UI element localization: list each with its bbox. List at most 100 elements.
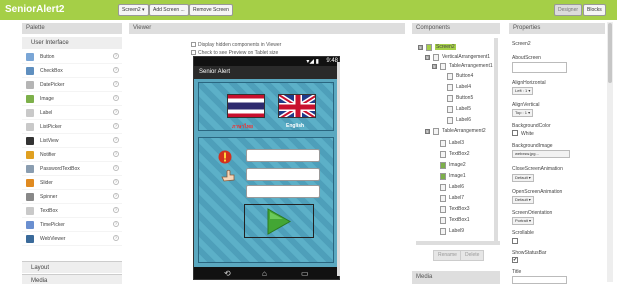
palette-item-slider[interactable]: Slider ?	[22, 176, 122, 190]
rename-button[interactable]: Rename	[433, 250, 462, 261]
open-animation-dropdown[interactable]: Default ▾	[512, 196, 534, 204]
home-icon[interactable]: ⌂	[262, 269, 267, 278]
label-icon	[447, 117, 453, 124]
help-icon[interactable]: ?	[113, 67, 119, 73]
tree-node-screen2[interactable]: ⊟ Screen2	[418, 43, 494, 52]
textbox-2[interactable]	[246, 149, 320, 162]
help-icon[interactable]: ?	[113, 207, 119, 213]
screen-orientation-dropdown[interactable]: Portrait ▾	[512, 217, 535, 225]
thai-flag-button[interactable]	[227, 94, 265, 118]
blocks-button[interactable]: Blocks	[583, 4, 606, 16]
tree-node-image1[interactable]: Image1	[432, 172, 494, 181]
palette-item-button[interactable]: Button ?	[22, 50, 122, 64]
palette-item-notifier[interactable]: Notifier ?	[22, 148, 122, 162]
tree-label: TextBox1	[449, 217, 470, 223]
page-scroll-thumb[interactable]	[608, 23, 612, 83]
help-icon[interactable]: ?	[113, 109, 119, 115]
palette-item-datepicker[interactable]: DatePicker ?	[22, 78, 122, 92]
tablet-preview-checkbox[interactable]	[191, 50, 196, 55]
label-icon	[440, 184, 446, 191]
uk-flag-button[interactable]	[278, 94, 316, 118]
help-icon[interactable]: ?	[113, 137, 119, 143]
language-arrangement[interactable]: ภาษาไทย English	[198, 82, 334, 131]
tree-node-textbox3[interactable]: TextBox3	[432, 205, 494, 214]
help-icon[interactable]: ?	[113, 179, 119, 185]
help-icon[interactable]: ?	[113, 221, 119, 227]
collapse-icon[interactable]: ⊟	[425, 129, 430, 134]
align-horizontal-dropdown[interactable]: Left : 1 ▾	[512, 87, 534, 95]
background-image-label: BackgroundImage	[512, 143, 553, 149]
help-icon[interactable]: ?	[113, 53, 119, 59]
help-icon[interactable]: ?	[113, 151, 119, 157]
palette-item-passwordtextbox[interactable]: PasswordTextBox ?	[22, 162, 122, 176]
scrollable-checkbox[interactable]	[512, 238, 518, 244]
help-icon[interactable]: ?	[113, 193, 119, 199]
tree-node-button4[interactable]: Button4	[439, 72, 494, 81]
tree-node-label5[interactable]: Label5	[439, 105, 494, 114]
tree-label: Label7	[449, 195, 465, 201]
tree-node-button5[interactable]: Button5	[439, 94, 494, 103]
help-icon[interactable]: ?	[113, 123, 119, 129]
tree-node-label7[interactable]: Label7	[432, 194, 494, 203]
tree-node-textbox1[interactable]: TextBox1	[432, 216, 494, 225]
image-icon	[26, 95, 34, 103]
show-status-bar-checkbox[interactable]: ✔	[512, 257, 518, 263]
tree-node-image2[interactable]: Image2	[432, 161, 494, 170]
palette-item-label[interactable]: Label ?	[22, 106, 122, 120]
palette-item-textbox[interactable]: TextBox ?	[22, 204, 122, 218]
tree-node-verticalarrangement1[interactable]: ⊟ VerticalArrangement1	[425, 53, 494, 62]
tree-label: Screen2	[435, 44, 456, 50]
about-screen-input[interactable]	[512, 62, 567, 73]
palette-item-label: Image	[40, 96, 54, 102]
close-animation-dropdown[interactable]: Default ▾	[512, 174, 534, 182]
components-scrollbar[interactable]	[494, 38, 498, 243]
play-button[interactable]	[244, 204, 314, 238]
screen-select-dropdown[interactable]: Screen2 ▾	[118, 4, 149, 16]
tree-node-label6[interactable]: Label6	[439, 116, 494, 125]
palette-item-label: Notifier	[40, 152, 56, 158]
help-icon[interactable]: ?	[113, 235, 119, 241]
media-section[interactable]: Media	[22, 274, 122, 284]
align-vertical-dropdown[interactable]: Top : 1 ▾	[512, 109, 534, 117]
layout-section[interactable]: Layout	[22, 261, 122, 273]
components-hscrollbar[interactable]	[416, 241, 500, 245]
help-icon[interactable]: ?	[113, 165, 119, 171]
palette-item-checkbox[interactable]: CheckBox ?	[22, 64, 122, 78]
delete-button[interactable]: Delete	[460, 250, 485, 261]
add-screen-button[interactable]: Add Screen ...	[149, 4, 189, 16]
textbox-icon	[440, 217, 446, 224]
tree-node-tablearrangement1[interactable]: ⊟ TableArrangement1	[432, 62, 494, 71]
background-image-picker[interactable]: webxsw.jpg...	[512, 150, 570, 158]
palette-item-timepicker[interactable]: TimePicker ?	[22, 218, 122, 232]
title-input[interactable]	[512, 276, 567, 284]
textbox-3[interactable]	[246, 168, 320, 181]
tree-node-textbox2[interactable]: TextBox2	[432, 150, 494, 159]
tree-node-label6b[interactable]: Label6	[432, 183, 494, 192]
scrollable-label: Scrollable	[512, 230, 534, 236]
background-color-swatch[interactable]	[512, 130, 518, 136]
recent-apps-icon[interactable]: ▭	[301, 269, 309, 278]
tree-node-label9[interactable]: Label9	[432, 227, 494, 236]
viewer-header: Viewer	[129, 23, 405, 34]
designer-button[interactable]: Designer	[554, 4, 583, 16]
palette-item-listview[interactable]: ListView ?	[22, 134, 122, 148]
tree-node-label4[interactable]: Label4	[439, 83, 494, 92]
collapse-icon[interactable]: ⊟	[425, 55, 430, 60]
hidden-components-checkbox[interactable]	[191, 42, 196, 47]
palette-item-image[interactable]: Image ?	[22, 92, 122, 106]
viewer-scrollbar[interactable]	[337, 62, 340, 276]
collapse-icon[interactable]: ⊟	[432, 64, 437, 69]
remove-screen-button[interactable]: Remove Screen	[189, 4, 233, 16]
back-icon[interactable]: ⟲	[224, 269, 231, 278]
help-icon[interactable]: ?	[113, 81, 119, 87]
tree-node-tablearrangement2[interactable]: ⊟ TableArrangement2	[425, 127, 494, 136]
palette-item-listpicker[interactable]: ListPicker ?	[22, 120, 122, 134]
palette-item-spinner[interactable]: Spinner ?	[22, 190, 122, 204]
help-icon[interactable]: ?	[113, 95, 119, 101]
collapse-icon[interactable]: ⊟	[418, 45, 423, 50]
textbox-1[interactable]	[246, 185, 320, 198]
palette-item-webviewer[interactable]: WebViewer ?	[22, 232, 122, 246]
palette-item-label: WebViewer	[40, 236, 66, 242]
tree-node-label3[interactable]: Label3	[432, 139, 494, 148]
user-interface-section[interactable]: User Interface	[22, 37, 122, 49]
